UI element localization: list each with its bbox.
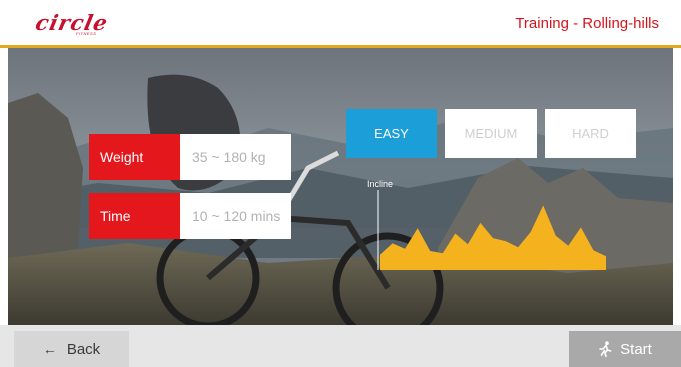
start-button[interactable]: Start (569, 331, 681, 367)
weight-parameter[interactable]: Weight 35 ~ 180 kg (89, 134, 291, 180)
incline-profile-chart (377, 190, 606, 270)
back-button[interactable]: ← Back (14, 331, 129, 367)
time-label: Time (89, 193, 180, 239)
page-title: Training - Rolling-hills (515, 15, 659, 32)
arrow-left-icon: ← (42, 341, 57, 357)
weight-range-value[interactable]: 35 ~ 180 kg (180, 134, 291, 180)
difficulty-easy-button[interactable]: EASY (346, 109, 437, 158)
time-parameter[interactable]: Time 10 ~ 120 mins (89, 193, 291, 239)
start-button-label: Start (620, 340, 652, 358)
app-header: circle FITNESS Training - Rolling-hills (0, 0, 681, 46)
brand-logo-subtext: FITNESS (76, 31, 97, 36)
incline-profile-area (380, 205, 606, 270)
weight-label: Weight (89, 134, 180, 180)
difficulty-medium-button[interactable]: MEDIUM (445, 109, 537, 158)
runner-icon (599, 341, 612, 357)
time-range-value[interactable]: 10 ~ 120 mins (180, 193, 291, 239)
incline-label: Incline (367, 179, 394, 189)
brand-logo: circle FITNESS (33, 10, 136, 38)
back-button-label: Back (66, 340, 101, 358)
difficulty-hard-button[interactable]: HARD (545, 109, 636, 158)
brand-logo-text: circle (33, 10, 111, 35)
hero-background-image (8, 48, 673, 325)
